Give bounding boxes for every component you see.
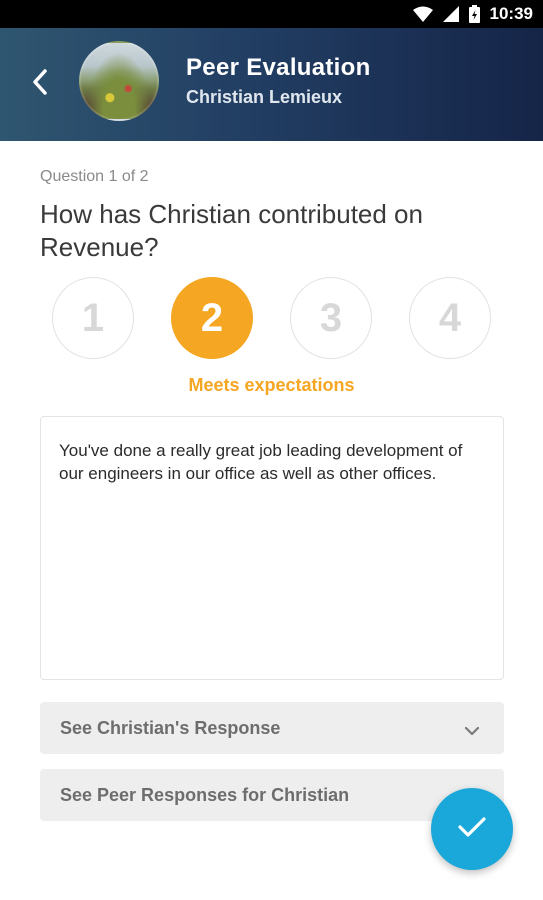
wifi-icon: [412, 6, 433, 22]
question-counter: Question 1 of 2: [40, 168, 149, 185]
checkmark-icon: [457, 815, 487, 844]
page-title: Peer Evaluation: [186, 54, 371, 81]
avatar: [79, 41, 159, 121]
rating-option-2[interactable]: 2: [171, 277, 253, 359]
battery-icon: [468, 5, 480, 23]
back-button[interactable]: [24, 66, 56, 102]
status-bar: 10:39: [0, 0, 543, 28]
expander-label: See Peer Responses for Christian: [60, 784, 350, 805]
rating-selector: 1 2 3 4: [52, 277, 492, 359]
rating-option-3[interactable]: 3: [290, 277, 372, 359]
comment-field[interactable]: You've done a really great job leading d…: [40, 416, 504, 680]
chevron-down-icon: [464, 720, 480, 741]
expander-label: See Christian's Response: [60, 717, 281, 738]
rating-label: Meets expectations: [188, 375, 355, 395]
app-header: Peer Evaluation Christian Lemieux: [0, 28, 543, 141]
rating-option-4[interactable]: 4: [409, 277, 491, 359]
submit-button[interactable]: [431, 788, 513, 870]
status-time: 10:39: [489, 4, 533, 23]
page-subtitle: Christian Lemieux: [186, 87, 343, 107]
back-arrow-icon: [31, 68, 49, 101]
christian-response-expander[interactable]: See Christian's Response: [40, 702, 504, 754]
rating-option-1[interactable]: 1: [52, 277, 134, 359]
cell-signal-icon: [442, 6, 459, 22]
question-text: How has Christian contributed on Revenue…: [40, 199, 423, 262]
